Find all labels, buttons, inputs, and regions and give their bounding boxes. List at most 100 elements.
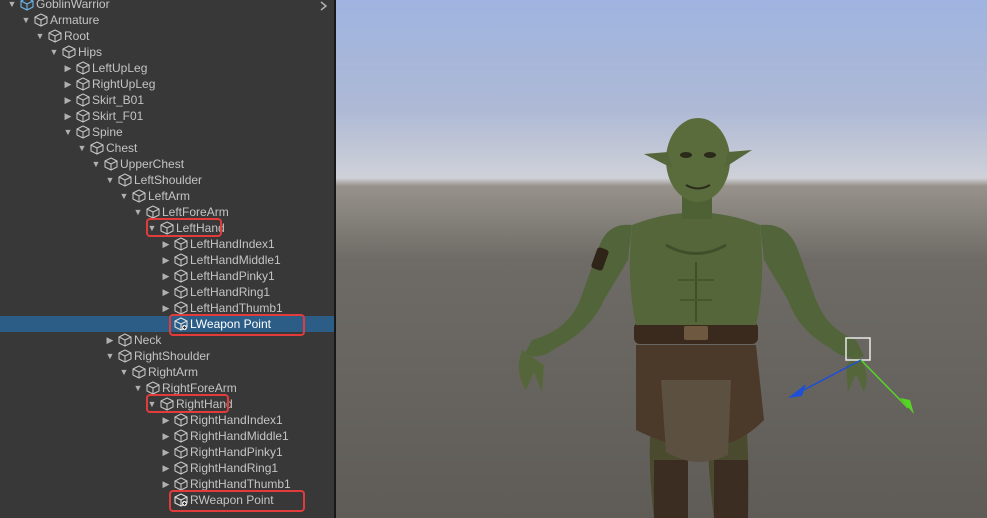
hierarchy-row[interactable]: ▶ RightHandThumb1 (0, 476, 334, 492)
hierarchy-item-label: RightHandThumb1 (190, 477, 291, 491)
hierarchy-row[interactable]: LWeapon Point (0, 316, 334, 332)
collapsed-arrow-icon[interactable]: ▶ (62, 76, 74, 92)
hierarchy-row[interactable]: ▼ UpperChest (0, 156, 334, 172)
gameobject-cube-icon (76, 109, 90, 123)
collapsed-arrow-icon[interactable]: ▶ (160, 412, 172, 428)
hierarchy-item-label: LeftHandMiddle1 (190, 253, 281, 267)
gameobject-cube-icon (118, 173, 132, 187)
expanded-arrow-icon[interactable]: ▼ (118, 188, 130, 204)
gameobject-cube-icon (174, 413, 188, 427)
expanded-arrow-icon[interactable]: ▼ (146, 220, 158, 236)
gameobject-cube-icon (76, 125, 90, 139)
hierarchy-row[interactable]: ▶ RightUpLeg (0, 76, 334, 92)
hierarchy-row[interactable]: RWeapon Point (0, 492, 334, 508)
hierarchy-row[interactable]: ▼ LeftForeArm (0, 204, 334, 220)
collapsed-arrow-icon[interactable]: ▶ (104, 332, 116, 348)
hierarchy-item-label: LeftUpLeg (92, 61, 148, 75)
hierarchy-item-label: UpperChest (120, 157, 185, 171)
collapsed-arrow-icon[interactable]: ▶ (62, 92, 74, 108)
collapsed-arrow-icon[interactable]: ▶ (160, 444, 172, 460)
hierarchy-row[interactable]: ▶ Skirt_F01 (0, 108, 334, 124)
hierarchy-row[interactable]: ▼ RightShoulder (0, 348, 334, 364)
hierarchy-item-label: RightForeArm (162, 381, 237, 395)
hierarchy-item-label: LeftForeArm (162, 205, 229, 219)
chevron-right-icon[interactable] (320, 0, 328, 11)
expanded-arrow-icon[interactable]: ▼ (20, 12, 32, 28)
hierarchy-row[interactable]: ▶ LeftHandMiddle1 (0, 252, 334, 268)
expanded-arrow-icon[interactable]: ▼ (6, 0, 18, 12)
gameobject-cube-icon (76, 61, 90, 75)
expanded-arrow-icon[interactable]: ▼ (90, 156, 102, 172)
hierarchy-row[interactable]: ▼ LeftShoulder (0, 172, 334, 188)
collapsed-arrow-icon[interactable]: ▶ (160, 460, 172, 476)
expanded-arrow-icon[interactable]: ▼ (76, 140, 88, 156)
hierarchy-item-label: Root (64, 29, 90, 43)
expanded-arrow-icon[interactable]: ▼ (104, 172, 116, 188)
collapsed-arrow-icon[interactable]: ▶ (160, 284, 172, 300)
hierarchy-item-label: RightHandIndex1 (190, 413, 283, 427)
expanded-arrow-icon[interactable]: ▼ (62, 124, 74, 140)
hierarchy-item-label: LWeapon Point (190, 317, 271, 331)
gameobject-cube-icon (160, 221, 174, 235)
gameobject-cube-icon (146, 205, 160, 219)
collapsed-arrow-icon[interactable]: ▶ (160, 236, 172, 252)
hierarchy-item-label: Armature (50, 13, 100, 27)
collapsed-arrow-icon[interactable]: ▶ (62, 60, 74, 76)
hierarchy-item-label: RightArm (148, 365, 199, 379)
transform-point-icon (174, 317, 188, 331)
hierarchy-row[interactable]: ▼ Root (0, 28, 334, 44)
hierarchy-item-label: LeftArm (148, 189, 191, 203)
hierarchy-row[interactable]: ▶ RightHandMiddle1 (0, 428, 334, 444)
gameobject-cube-icon (34, 13, 48, 27)
hierarchy-row[interactable]: ▶ LeftHandRing1 (0, 284, 334, 300)
gameobject-cube-icon (20, 0, 34, 11)
goblin-character[interactable] (518, 118, 867, 518)
collapsed-arrow-icon[interactable]: ▶ (160, 428, 172, 444)
expanded-arrow-icon[interactable]: ▼ (132, 380, 144, 396)
hierarchy-item-label: Chest (106, 141, 138, 155)
hierarchy-row[interactable]: ▶ LeftHandIndex1 (0, 236, 334, 252)
scene-view[interactable] (336, 0, 987, 518)
hierarchy-row[interactable]: ▼ RightArm (0, 364, 334, 380)
hierarchy-row[interactable]: ▼ RightForeArm (0, 380, 334, 396)
hierarchy-row[interactable]: ▶ LeftUpLeg (0, 60, 334, 76)
hierarchy-row[interactable]: ▼ RightHand (0, 396, 334, 412)
hierarchy-row[interactable]: ▼ Chest (0, 140, 334, 156)
expanded-arrow-icon[interactable]: ▼ (104, 348, 116, 364)
hierarchy-row[interactable]: ▼ Armature (0, 12, 334, 28)
hierarchy-item-label: Skirt_F01 (92, 109, 144, 123)
hierarchy-row[interactable]: ▶ LeftHandThumb1 (0, 300, 334, 316)
collapsed-arrow-icon[interactable]: ▶ (160, 268, 172, 284)
gameobject-cube-icon (104, 157, 118, 171)
collapsed-arrow-icon[interactable]: ▶ (62, 108, 74, 124)
hierarchy-panel[interactable]: ▼ GoblinWarrior ▼ Armature ▼ Root ▼ Hips ▶ LeftUp… (0, 0, 334, 518)
hierarchy-row[interactable]: ▶ RightHandRing1 (0, 460, 334, 476)
hierarchy-row[interactable]: ▼ LeftArm (0, 188, 334, 204)
hierarchy-item-label: RWeapon Point (190, 493, 274, 507)
gameobject-cube-icon (174, 429, 188, 443)
gameobject-cube-icon (48, 29, 62, 43)
hierarchy-row[interactable]: ▼ GoblinWarrior (0, 0, 334, 12)
hierarchy-row[interactable]: ▶ Neck (0, 332, 334, 348)
gameobject-cube-icon (174, 301, 188, 315)
hierarchy-row[interactable]: ▶ RightHandPinky1 (0, 444, 334, 460)
hierarchy-row[interactable]: ▶ RightHandIndex1 (0, 412, 334, 428)
expanded-arrow-icon[interactable]: ▼ (146, 396, 158, 412)
expanded-arrow-icon[interactable]: ▼ (118, 364, 130, 380)
expanded-arrow-icon[interactable]: ▼ (132, 204, 144, 220)
scene-viewport[interactable] (336, 0, 987, 518)
gameobject-cube-icon (118, 349, 132, 363)
expanded-arrow-icon[interactable]: ▼ (34, 28, 46, 44)
hierarchy-item-label: GoblinWarrior (36, 0, 110, 11)
hierarchy-row[interactable]: ▼ LeftHand (0, 220, 334, 236)
hierarchy-row[interactable]: ▼ Hips (0, 44, 334, 60)
hierarchy-row[interactable]: ▶ LeftHandPinky1 (0, 268, 334, 284)
collapsed-arrow-icon[interactable]: ▶ (160, 252, 172, 268)
gameobject-cube-icon (146, 381, 160, 395)
hierarchy-row[interactable]: ▶ Skirt_B01 (0, 92, 334, 108)
gameobject-cube-icon (174, 269, 188, 283)
hierarchy-row[interactable]: ▼ Spine (0, 124, 334, 140)
collapsed-arrow-icon[interactable]: ▶ (160, 476, 172, 492)
expanded-arrow-icon[interactable]: ▼ (48, 44, 60, 60)
collapsed-arrow-icon[interactable]: ▶ (160, 300, 172, 316)
